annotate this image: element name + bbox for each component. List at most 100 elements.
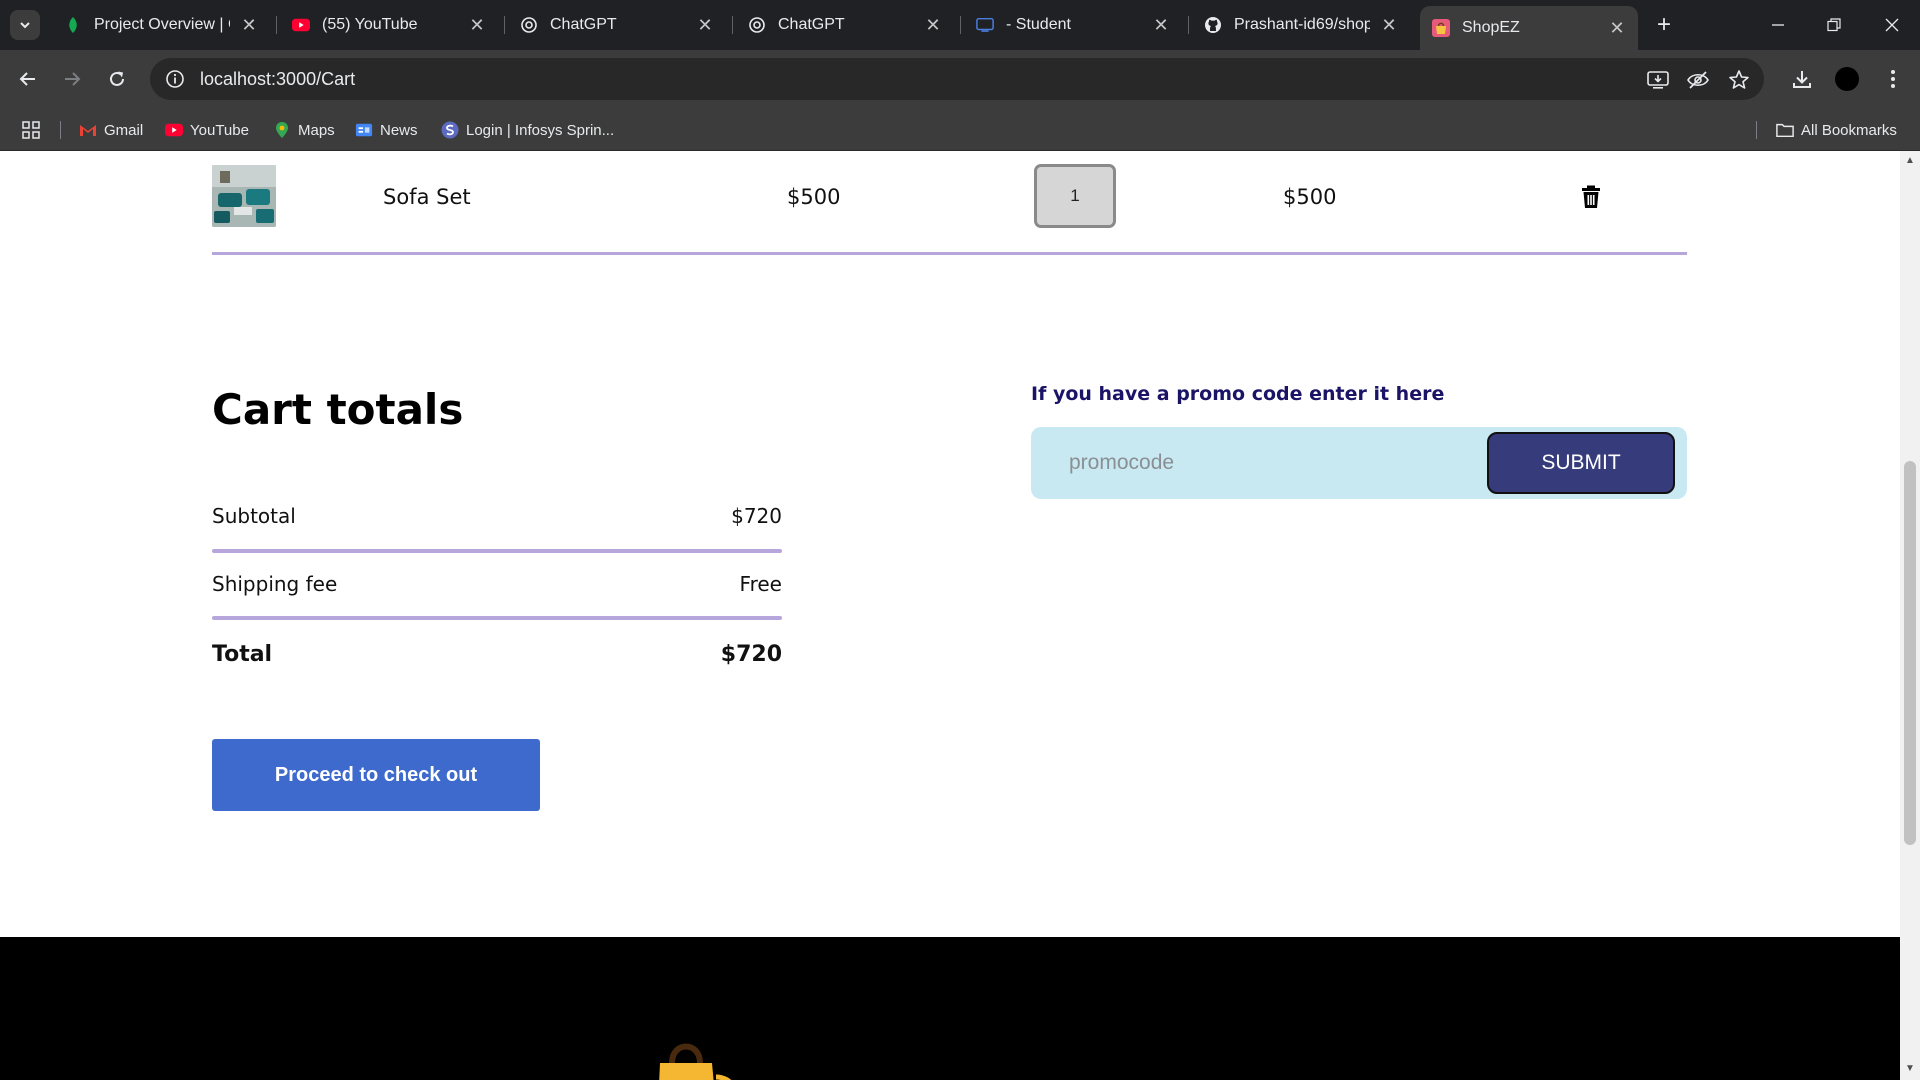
tab-strip: Project Overview | Cl ✕ (55) YouTube ✕ C… [0,0,1920,50]
minimize-icon [1772,24,1784,26]
product-image [212,165,276,227]
springboard-icon [441,121,459,139]
youtube-icon [292,16,310,34]
totals-divider [212,616,782,620]
product-price: $500 [787,185,841,209]
apps-grid-icon [22,121,40,139]
bookmark-label: Gmail [104,121,144,139]
close-icon[interactable]: ✕ [1608,19,1626,37]
tab-youtube[interactable]: (55) YouTube ✕ [280,6,498,44]
bookmark-news[interactable]: News [355,118,418,142]
openai-icon [748,16,766,34]
tab-github[interactable]: Prashant-id69/shope ✕ [1192,6,1410,44]
info-icon[interactable] [164,68,186,90]
shipping-row: Shipping fee Free [212,572,782,596]
arrow-right-icon [65,72,81,86]
bookmarks-separator [1756,121,1757,139]
tab-separator [960,16,961,34]
bookmark-youtube[interactable]: YouTube [165,118,249,142]
tab-shopez[interactable]: ShopEZ ✕ [1420,6,1638,50]
tab-search-button[interactable] [10,10,40,40]
map-pin-icon [273,121,291,139]
totals-divider [212,549,782,553]
bookmarks-separator [60,121,61,139]
scroll-up-icon[interactable]: ▲ [1904,155,1916,167]
tab-title: ChatGPT [550,16,617,33]
tab-separator [732,16,733,34]
tab-title: ChatGPT [778,16,845,33]
quantity-input[interactable]: 1 [1034,164,1116,228]
shipping-value: Free [739,572,782,596]
tab-separator [1188,16,1189,34]
news-icon [355,121,373,139]
menu-button[interactable] [1877,63,1909,95]
shipping-label: Shipping fee [212,572,338,596]
leaf-icon [64,16,82,34]
scrollbar-thumb[interactable] [1904,461,1916,845]
bookmark-label: Maps [298,121,335,139]
subtotal-label: Subtotal [212,504,296,528]
subtotal-value: $720 [731,504,782,528]
tab-project-overview[interactable]: Project Overview | Cl ✕ [52,6,270,44]
profile-button[interactable] [1831,63,1863,95]
close-icon[interactable]: ✕ [1152,16,1170,34]
cart-item-row: Sofa Set $500 1 $500 [212,163,1687,231]
minimize-button[interactable] [1750,0,1806,50]
url-text[interactable]: localhost:3000/Cart [200,69,355,90]
downloads-button[interactable] [1786,63,1818,95]
bookmark-maps[interactable]: Maps [273,118,335,142]
tab-separator [504,16,505,34]
install-app-icon[interactable] [1646,68,1670,92]
tab-title: ShopEZ [1462,19,1520,36]
promo-input[interactable]: promocode [1069,427,1174,499]
folder-icon [1776,121,1794,139]
back-button[interactable] [12,63,44,95]
product-total: $500 [1283,185,1337,209]
subtotal-row: Subtotal $720 [212,504,782,528]
close-window-button[interactable] [1864,0,1920,50]
forward-button[interactable] [56,63,88,95]
apps-button[interactable] [22,118,40,142]
tab-chatgpt-2[interactable]: ChatGPT ✕ [736,6,954,44]
tab-title: Prashant-id69/shope [1234,16,1370,33]
close-icon[interactable]: ✕ [924,16,942,34]
page-viewport: Sofa Set $500 1 $500 Cart totals Subtota… [0,151,1900,1080]
avatar [1835,67,1859,91]
footer [0,937,1900,1080]
browser-toolbar: localhost:3000/Cart [0,50,1920,108]
chevron-down-icon [20,22,30,29]
close-icon[interactable]: ✕ [240,16,258,34]
tab-title: - Student [1006,16,1071,33]
address-bar[interactable]: localhost:3000/Cart [150,58,1764,100]
tab-chatgpt-1[interactable]: ChatGPT ✕ [508,6,726,44]
product-name: Sofa Set [383,185,471,209]
bookmark-gmail[interactable]: Gmail [79,118,143,142]
arrow-left-icon [19,72,35,86]
all-bookmarks-button[interactable]: All Bookmarks [1776,118,1897,142]
tab-title: Project Overview | Cl [94,16,230,33]
delete-button[interactable] [1580,185,1604,211]
download-icon [1793,71,1811,88]
monitor-icon [976,16,994,34]
bookmark-infosys[interactable]: Login | Infosys Sprin... [441,118,614,142]
tab-student[interactable]: - Student ✕ [964,6,1182,44]
checkout-button[interactable]: Proceed to check out [212,739,540,811]
bookmark-label: Login | Infosys Sprin... [466,121,615,139]
submit-button[interactable]: SUBMIT [1487,432,1675,494]
kebab-menu-icon [1891,70,1895,88]
promo-label: If you have a promo code enter it here [1031,383,1445,405]
new-tab-button[interactable]: + [1650,11,1678,39]
reload-button[interactable] [101,63,133,95]
close-icon[interactable]: ✕ [696,16,714,34]
page-scrollbar[interactable]: ▲ ▼ [1900,151,1920,1080]
close-icon[interactable]: ✕ [1380,16,1398,34]
eye-off-icon[interactable] [1686,68,1710,92]
openai-icon [520,16,538,34]
close-icon[interactable]: ✕ [468,16,486,34]
reload-icon [110,71,124,86]
shopez-icon [1432,19,1450,37]
star-icon[interactable] [1727,68,1751,92]
scroll-down-icon[interactable]: ▼ [1904,1063,1916,1075]
row-divider [212,252,1687,255]
restore-button[interactable] [1806,0,1862,50]
